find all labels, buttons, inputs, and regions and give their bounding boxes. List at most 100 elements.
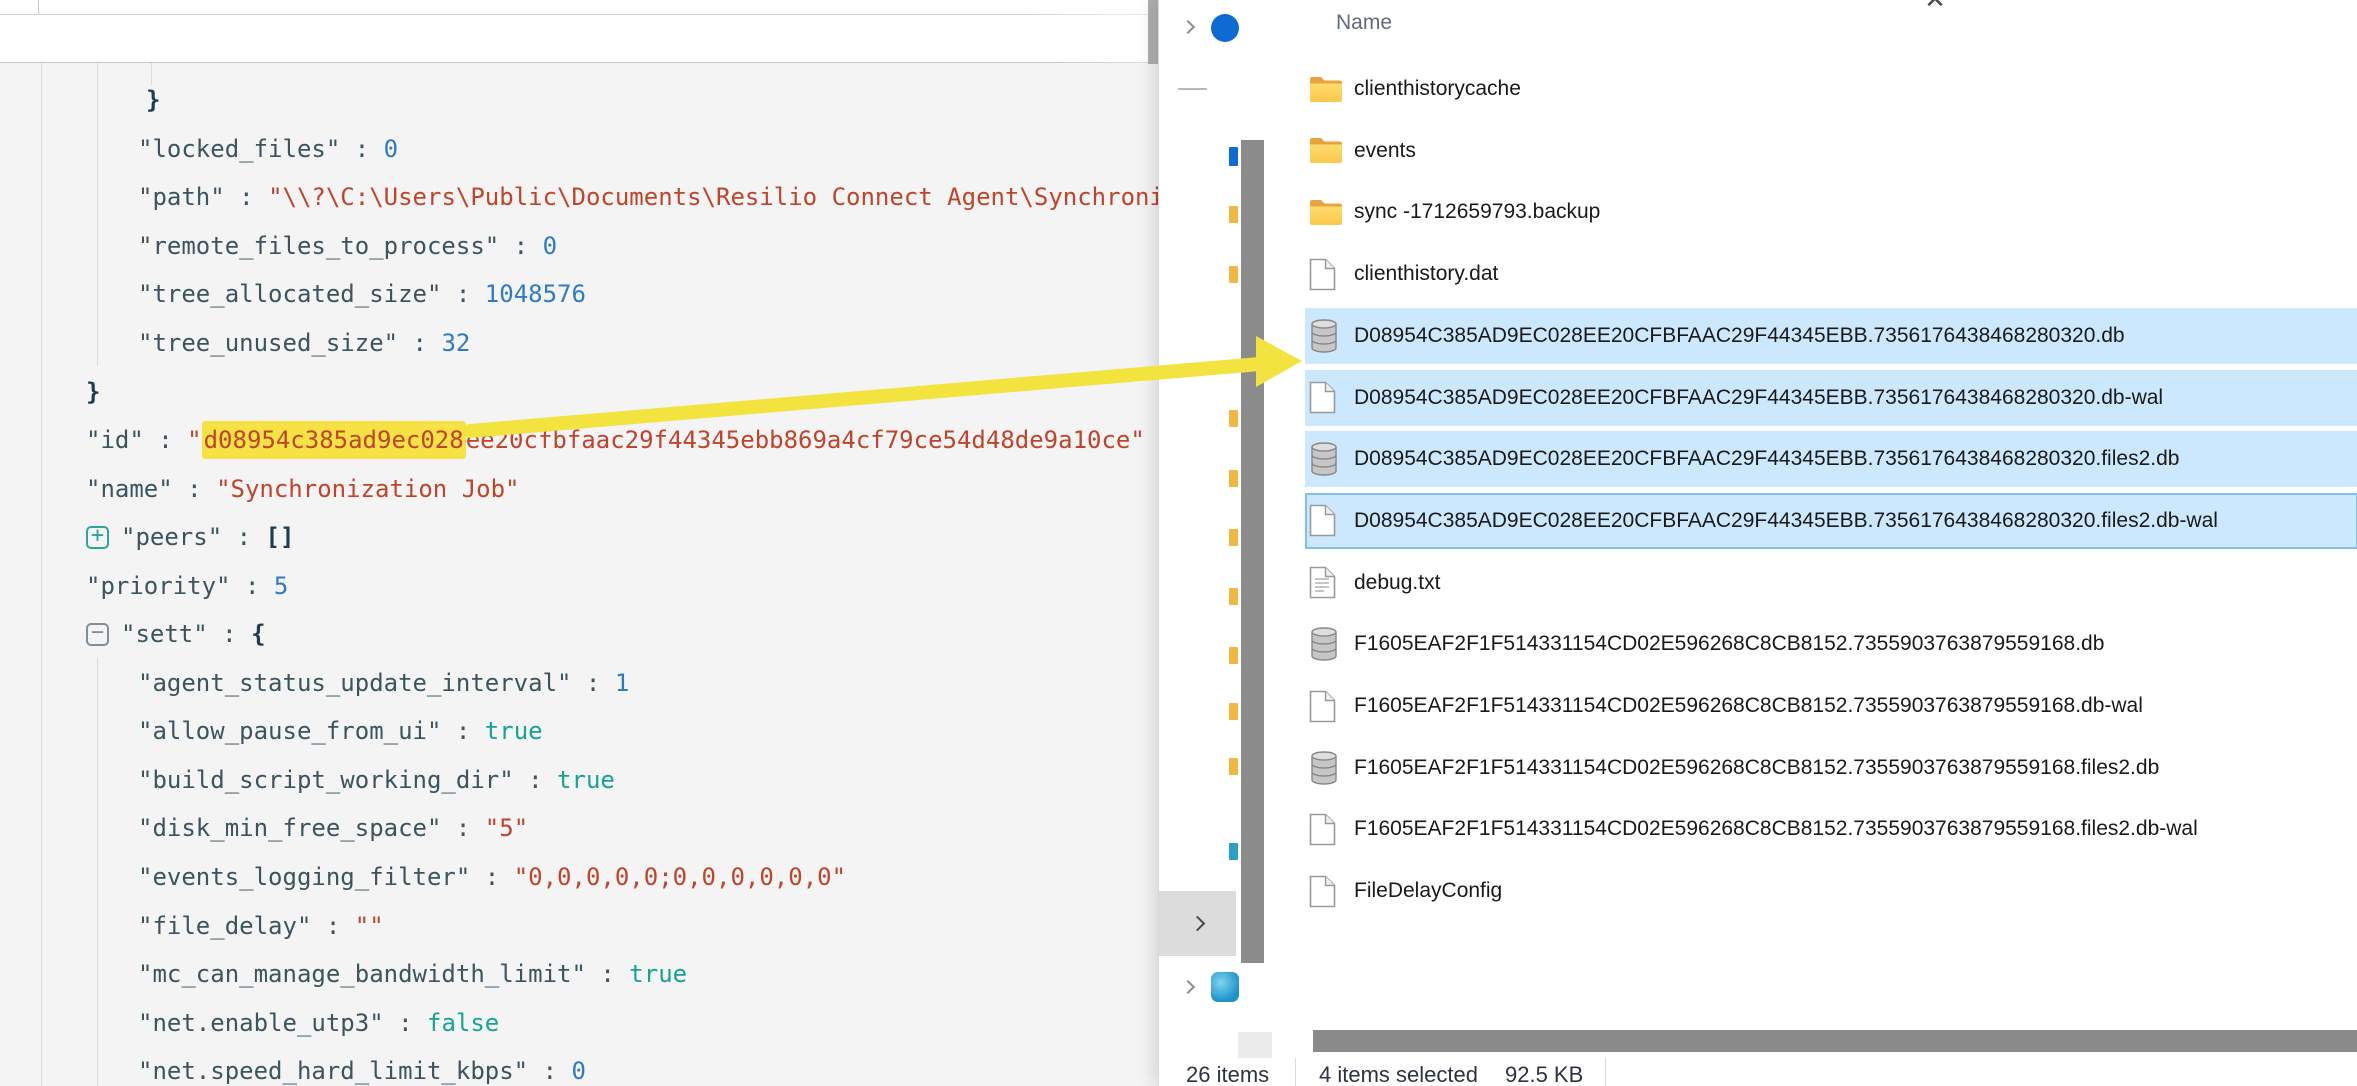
json-token: "tree_allocated_size": [138, 280, 441, 308]
database-icon: [1309, 751, 1349, 785]
file-row[interactable]: F1605EAF2F1F514331154CD02E596268C8CB8152…: [1305, 740, 2357, 796]
file-name: clienthistory.dat: [1354, 262, 1498, 286]
json-token: "\\?\C:\Users\Public\Documents\Resilio C…: [268, 183, 1158, 211]
onedrive-icon[interactable]: [1211, 14, 1239, 42]
json-token: :: [528, 1057, 571, 1085]
file-row[interactable]: events: [1305, 123, 2357, 179]
json-token: :: [340, 135, 383, 163]
json-token: true: [629, 960, 687, 988]
json-token: "name": [86, 475, 173, 503]
json-line: "file_delay" : "": [0, 901, 1158, 950]
json-scrollbar-thumb[interactable]: [1148, 0, 1158, 64]
file-name: events: [1354, 139, 1416, 163]
status-bar: 26 items 4 items selected 92.5 KB: [1159, 1058, 2357, 1086]
database-icon: [1309, 442, 1349, 476]
tree-item-sliver: [1229, 410, 1238, 427]
close-icon[interactable]: ✕: [1919, 0, 1951, 16]
file-row[interactable]: D08954C385AD9EC028EE20CFBFAAC29F44345EBB…: [1305, 370, 2357, 426]
json-token: 0: [543, 232, 557, 260]
file-name: F1605EAF2F1F514331154CD02E596268C8CB8152…: [1354, 756, 2159, 780]
json-line: "mc_can_manage_bandwidth_limit" : true: [0, 950, 1158, 999]
json-token: :: [470, 863, 513, 891]
json-line: "peers" : []: [0, 513, 1158, 562]
json-line: "locked_files" : 0: [0, 125, 1158, 174]
status-separator: [1605, 1058, 1606, 1086]
tree-item-sliver: [1229, 758, 1238, 775]
scrollbar-corner: [1238, 1032, 1272, 1058]
chevron-right-icon: [1190, 916, 1206, 932]
json-token: :: [173, 475, 216, 503]
file-row[interactable]: F1605EAF2F1F514331154CD02E596268C8CB8152…: [1305, 678, 2357, 734]
vertical-scrollbar-thumb[interactable]: [1241, 140, 1264, 963]
json-line: "events_logging_filter" : "0,0,0,0,0;0,0…: [0, 853, 1158, 902]
json-token: :: [208, 620, 251, 648]
json-token: :: [231, 572, 274, 600]
file-row[interactable]: debug.txt: [1305, 555, 2357, 611]
json-token: :: [586, 960, 629, 988]
json-line: "remote_files_to_process" : 0: [0, 222, 1158, 271]
file-row[interactable]: D08954C385AD9EC028EE20CFBFAAC29F44345EBB…: [1305, 431, 2357, 487]
json-line: "priority" : 5: [0, 561, 1158, 610]
file-name: F1605EAF2F1F514331154CD02E596268C8CB8152…: [1354, 694, 2143, 718]
file-row[interactable]: sync -1712659793.backup: [1305, 184, 2357, 240]
file-row[interactable]: clienthistorycache: [1305, 61, 2357, 117]
expand-pane-button[interactable]: [1159, 891, 1236, 956]
json-token: "locked_files": [138, 135, 340, 163]
json-token: {: [251, 620, 265, 648]
json-line: "disk_min_free_space" : "5": [0, 804, 1158, 853]
screenshot-stage: }"locked_files" : 0"path" : "\\?\C:\User…: [0, 0, 2357, 1086]
json-token: "": [355, 912, 384, 940]
json-token: 0: [572, 1057, 586, 1085]
json-token: "5": [485, 814, 528, 842]
json-token: :: [499, 232, 542, 260]
file-row[interactable]: F1605EAF2F1F514331154CD02E596268C8CB8152…: [1305, 801, 2357, 857]
file-row[interactable]: F1605EAF2F1F514331154CD02E596268C8CB8152…: [1305, 616, 2357, 672]
tree-item-sliver: [1229, 147, 1238, 166]
tree-divider-dash: [1178, 88, 1207, 90]
file-row[interactable]: D08954C385AD9EC028EE20CFBFAAC29F44345EBB…: [1305, 308, 2357, 364]
json-token: "mc_can_manage_bandwidth_limit": [138, 960, 586, 988]
collapse-icon[interactable]: [86, 623, 109, 646]
file-name: D08954C385AD9EC028EE20CFBFAAC29F44345EBB…: [1354, 447, 2179, 471]
json-token: 32: [441, 329, 470, 357]
json-token: "agent_status_update_interval": [138, 669, 571, 697]
file-name: D08954C385AD9EC028EE20CFBFAAC29F44345EBB…: [1354, 509, 2218, 533]
file-icon: [1309, 381, 1349, 414]
expand-icon[interactable]: [86, 526, 109, 549]
json-token: 1048576: [485, 280, 586, 308]
status-selected-count: 4 items selected: [1319, 1062, 1478, 1086]
tree-item-sliver: [1229, 843, 1238, 860]
json-token: "file_delay": [138, 912, 311, 940]
folder-icon: [1309, 75, 1349, 104]
file-icon: [1309, 875, 1349, 908]
json-token: "build_script_working_dir": [138, 766, 514, 794]
json-token: 0: [384, 135, 398, 163]
file-explorer-window: ✕ Name clienthistorycache events sync -171…: [1158, 0, 2357, 1086]
json-token: :: [514, 766, 557, 794]
json-token: ee20cfbfaac29f44345ebb869a4cf79ce54d48de…: [466, 426, 1145, 454]
file-icon: [1309, 504, 1349, 537]
tree-item-icon[interactable]: [1211, 972, 1239, 1002]
tree-item-sliver: [1229, 529, 1238, 546]
file-row[interactable]: clienthistory.dat: [1305, 246, 2357, 302]
json-line: "agent_status_update_interval" : 1: [0, 659, 1158, 708]
horizontal-scrollbar-thumb[interactable]: [1313, 1030, 2357, 1052]
folder-icon: [1309, 136, 1349, 165]
json-token: :: [398, 329, 441, 357]
file-row[interactable]: D08954C385AD9EC028EE20CFBFAAC29F44345EBB…: [1305, 493, 2357, 549]
tree-expand-chevron-icon[interactable]: [1181, 980, 1195, 994]
file-name: clienthistorycache: [1354, 77, 1521, 101]
json-token: :: [571, 669, 614, 697]
json-line: }: [0, 367, 1158, 416]
json-token: :: [441, 717, 484, 745]
file-name: debug.txt: [1354, 571, 1440, 595]
highlighted-id-text: d08954c385ad9ec028: [202, 421, 466, 459]
file-row[interactable]: FileDelayConfig: [1305, 863, 2357, 919]
column-header-name[interactable]: Name: [1336, 11, 1392, 35]
json-token: }: [146, 86, 160, 114]
toolbar-top-border: [0, 14, 1158, 15]
tree-item-sliver: [1229, 266, 1238, 283]
text-file-icon: [1309, 566, 1349, 599]
tree-expand-chevron-icon[interactable]: [1181, 20, 1195, 34]
database-icon: [1309, 627, 1349, 661]
